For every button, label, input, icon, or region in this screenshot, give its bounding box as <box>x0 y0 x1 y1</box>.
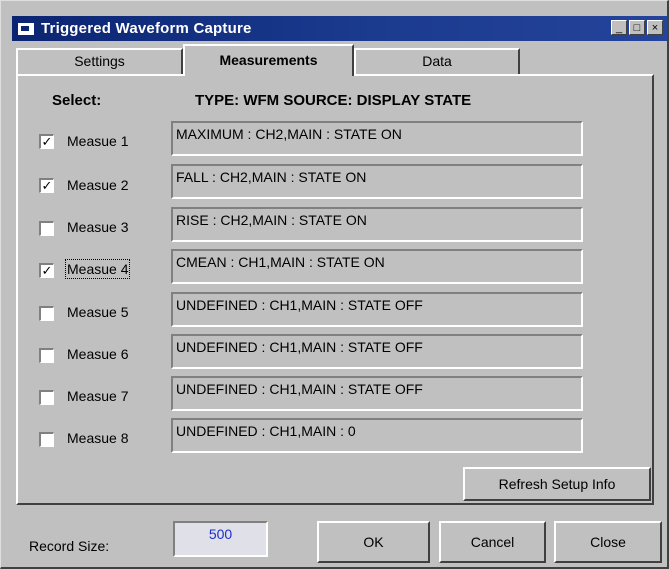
measure-2-field: FALL : CH2,MAIN : STATE ON <box>171 164 583 199</box>
select-header: Select: <box>52 92 102 109</box>
measure-2-checkbox[interactable]: ✓ <box>39 178 54 193</box>
measure-row: ✓ Measue 4 CMEAN : CH1,MAIN : STATE ON <box>1 248 669 288</box>
measure-4-field: CMEAN : CH1,MAIN : STATE ON <box>171 249 583 284</box>
tab-strip: Settings Measurements Data <box>16 44 656 76</box>
measure-4-checkbox[interactable]: ✓ <box>39 263 54 278</box>
record-size-input[interactable]: 500 <box>173 521 268 557</box>
measure-row: Measue 8 UNDEFINED : CH1,MAIN : 0 <box>1 417 669 457</box>
title-bar[interactable]: Triggered Waveform Capture _ □ × <box>12 16 667 41</box>
maximize-icon[interactable]: □ <box>629 20 645 35</box>
record-size-label: Record Size: <box>29 538 110 554</box>
tab-measurements[interactable]: Measurements <box>183 44 354 76</box>
measure-1-field: MAXIMUM : CH2,MAIN : STATE ON <box>171 121 583 156</box>
measure-5-checkbox[interactable] <box>39 306 54 321</box>
measure-1-label[interactable]: Measue 1 <box>67 133 128 149</box>
measure-7-checkbox[interactable] <box>39 390 54 405</box>
minimize-icon[interactable]: _ <box>611 20 627 35</box>
window-title: Triggered Waveform Capture <box>41 20 252 37</box>
measure-row: ✓ Measue 2 FALL : CH2,MAIN : STATE ON <box>1 163 669 203</box>
refresh-setup-info-button[interactable]: Refresh Setup Info <box>463 467 651 501</box>
measure-6-checkbox[interactable] <box>39 348 54 363</box>
measure-3-checkbox[interactable] <box>39 221 54 236</box>
tab-data[interactable]: Data <box>354 48 520 74</box>
cancel-button[interactable]: Cancel <box>439 521 546 563</box>
measure-7-label[interactable]: Measue 7 <box>67 388 128 404</box>
measure-row: Measue 7 UNDEFINED : CH1,MAIN : STATE OF… <box>1 375 669 415</box>
measure-8-field: UNDEFINED : CH1,MAIN : 0 <box>171 418 583 453</box>
measure-6-label[interactable]: Measue 6 <box>67 346 128 362</box>
close-button[interactable]: Close <box>554 521 662 563</box>
measure-row: ✓ Measue 1 MAXIMUM : CH2,MAIN : STATE ON <box>1 121 669 161</box>
dialog-window: Triggered Waveform Capture _ □ × Setting… <box>0 0 669 569</box>
close-icon[interactable]: × <box>647 20 663 35</box>
app-icon <box>18 22 34 35</box>
tab-settings[interactable]: Settings <box>16 48 183 74</box>
measure-5-field: UNDEFINED : CH1,MAIN : STATE OFF <box>171 292 583 327</box>
measure-8-checkbox[interactable] <box>39 432 54 447</box>
measure-row: Measue 6 UNDEFINED : CH1,MAIN : STATE OF… <box>1 333 669 373</box>
measure-6-field: UNDEFINED : CH1,MAIN : STATE OFF <box>171 334 583 369</box>
measure-1-checkbox[interactable]: ✓ <box>39 134 54 149</box>
window-controls: _ □ × <box>611 20 663 35</box>
ok-button[interactable]: OK <box>317 521 430 563</box>
type-header: TYPE: WFM SOURCE: DISPLAY STATE <box>195 92 472 109</box>
measure-row: Measue 3 RISE : CH2,MAIN : STATE ON <box>1 206 669 246</box>
measure-row: Measue 5 UNDEFINED : CH1,MAIN : STATE OF… <box>1 291 669 331</box>
measure-3-label[interactable]: Measue 3 <box>67 219 128 235</box>
measure-3-field: RISE : CH2,MAIN : STATE ON <box>171 207 583 242</box>
measure-8-label[interactable]: Measue 8 <box>67 430 128 446</box>
measure-5-label[interactable]: Measue 5 <box>67 304 128 320</box>
measure-2-label[interactable]: Measue 2 <box>67 177 128 193</box>
measure-7-field: UNDEFINED : CH1,MAIN : STATE OFF <box>171 376 583 411</box>
measure-4-label[interactable]: Measue 4 <box>64 259 131 279</box>
